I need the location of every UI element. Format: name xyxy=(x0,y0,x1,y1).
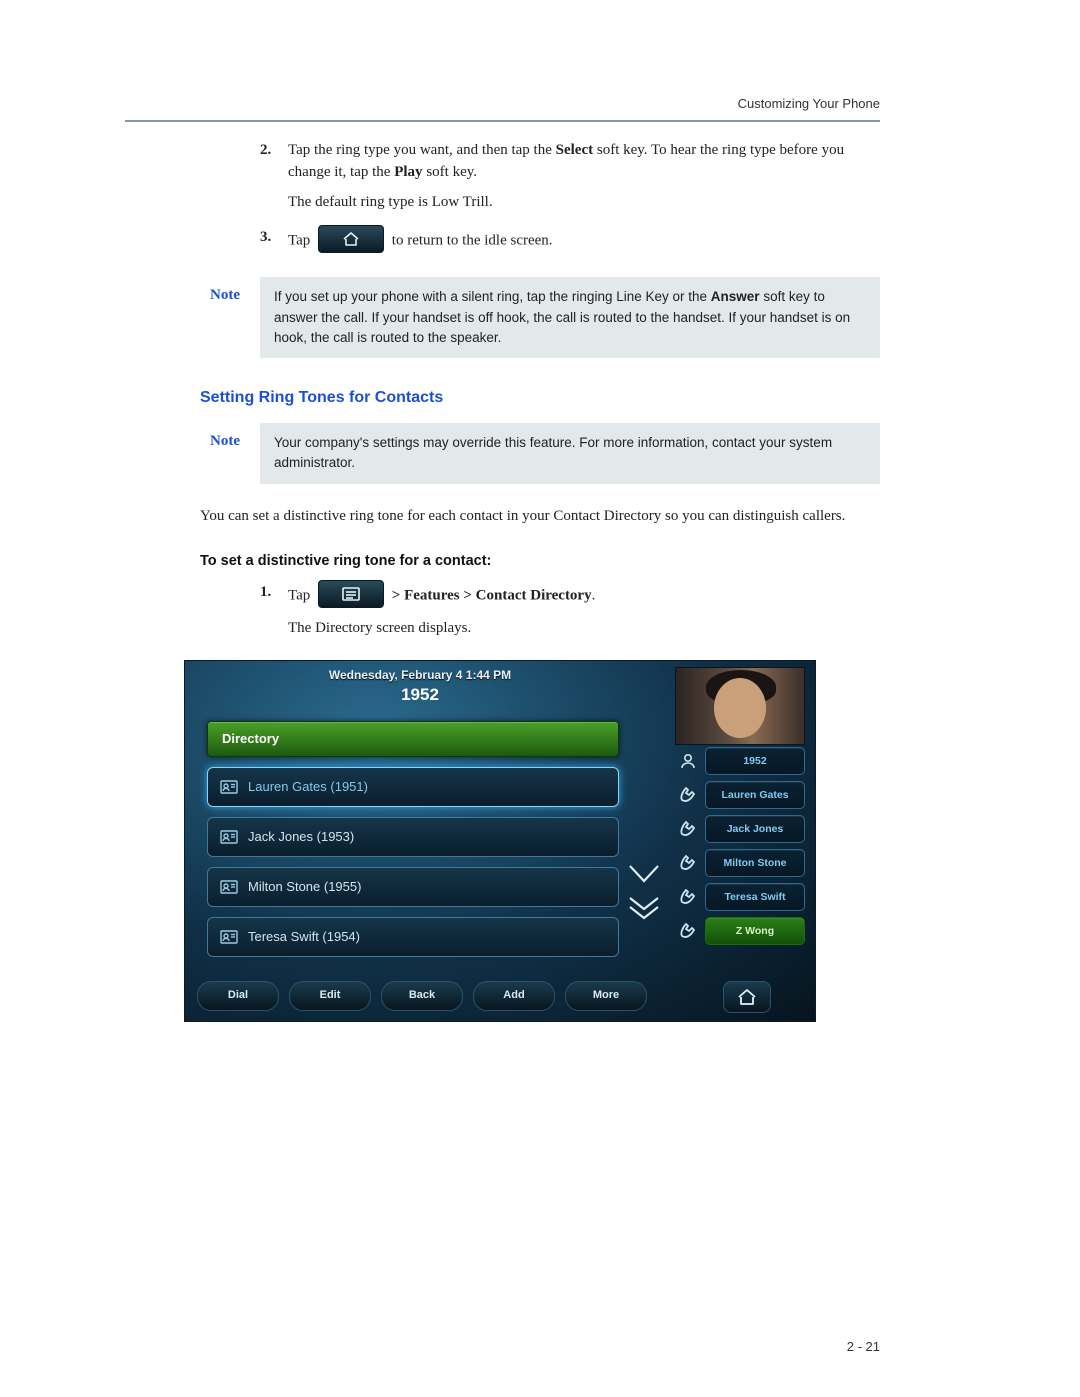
contact-card-icon xyxy=(220,830,238,844)
line-key-row: Milton Stone xyxy=(677,849,805,877)
text: to return to the idle screen. xyxy=(392,233,553,249)
step-number: 2. xyxy=(260,140,288,213)
note-text: Your company's settings may override thi… xyxy=(260,423,880,484)
handset-icon xyxy=(678,887,698,907)
line-key-row: Jack Jones xyxy=(677,815,805,843)
page-number: 2 - 21 xyxy=(847,1338,880,1357)
home-icon xyxy=(737,988,757,1006)
text: soft key. xyxy=(423,164,477,180)
section-heading: Setting Ring Tones for Contacts xyxy=(200,386,880,409)
scroll-down-icon[interactable] xyxy=(627,863,661,887)
step-number: 3. xyxy=(260,227,288,255)
contact-label: Teresa Swift (1954) xyxy=(248,928,360,947)
contact-card-icon xyxy=(220,880,238,894)
step-number: 1. xyxy=(260,582,288,640)
line-key[interactable]: Milton Stone xyxy=(705,849,805,877)
line-key-row: Lauren Gates xyxy=(677,781,805,809)
scroll-down-double-icon[interactable] xyxy=(627,895,661,923)
text: If you set up your phone with a silent r… xyxy=(274,289,711,304)
directory-item[interactable]: Teresa Swift (1954) xyxy=(207,917,619,957)
handset-icon xyxy=(678,819,698,839)
contact-card-icon xyxy=(220,780,238,794)
home-icon-button xyxy=(318,225,384,253)
handset-icon xyxy=(678,785,698,805)
softkey-dial[interactable]: Dial xyxy=(197,981,279,1011)
avatar xyxy=(675,667,805,745)
contact-label: Lauren Gates (1951) xyxy=(248,778,368,797)
home-button[interactable] xyxy=(723,981,771,1013)
running-head: Customizing Your Phone xyxy=(738,95,880,114)
line-key[interactable]: Jack Jones xyxy=(705,815,805,843)
body-paragraph: You can set a distinctive ring tone for … xyxy=(200,506,880,528)
menu-icon-button xyxy=(318,580,384,608)
line-key[interactable]: Lauren Gates xyxy=(705,781,805,809)
softkey-edit[interactable]: Edit xyxy=(289,981,371,1011)
person-icon xyxy=(678,751,698,771)
note-box-silent-ring: Note If you set up your phone with a sil… xyxy=(260,277,880,358)
step-2: 2. Tap the ring type you want, and then … xyxy=(260,140,880,213)
directory-item[interactable]: Lauren Gates (1951) xyxy=(207,767,619,807)
softkey-back[interactable]: Back xyxy=(381,981,463,1011)
text-bold: > Features > Contact Directory xyxy=(392,588,592,604)
line-key[interactable]: Teresa Swift xyxy=(705,883,805,911)
text: Tap the ring type you want, and then tap… xyxy=(288,142,556,158)
line-key-row: Teresa Swift xyxy=(677,883,805,911)
directory-item[interactable]: Milton Stone (1955) xyxy=(207,867,619,907)
phone-screenshot: Wednesday, February 4 1:44 PM 1952 Direc… xyxy=(184,660,816,1022)
handset-icon xyxy=(678,921,698,941)
step-1: 1. Tap > Features > Contact Directory. T… xyxy=(260,582,880,640)
text: The default ring type is Low Trill. xyxy=(288,194,493,210)
softkey-more[interactable]: More xyxy=(565,981,647,1011)
line-key[interactable]: Z Wong xyxy=(705,917,805,945)
phone-extension: 1952 xyxy=(185,683,655,708)
softkey-add[interactable]: Add xyxy=(473,981,555,1011)
header-rule xyxy=(125,120,880,122)
line-key[interactable]: 1952 xyxy=(705,747,805,775)
directory-item[interactable]: Jack Jones (1953) xyxy=(207,817,619,857)
task-heading: To set a distinctive ring tone for a con… xyxy=(200,551,880,572)
contact-label: Milton Stone (1955) xyxy=(248,878,361,897)
line-key-row: Z Wong xyxy=(677,917,805,945)
handset-icon xyxy=(678,853,698,873)
text: . xyxy=(592,588,596,604)
home-icon xyxy=(342,231,360,247)
text-bold: Select xyxy=(556,142,593,158)
text: Tap xyxy=(288,588,314,604)
contact-label: Jack Jones (1953) xyxy=(248,828,354,847)
text-bold: Play xyxy=(394,164,422,180)
line-key-row: 1952 xyxy=(677,747,805,775)
contact-card-icon xyxy=(220,930,238,944)
text-bold: Answer xyxy=(711,289,760,304)
menu-icon xyxy=(341,587,361,601)
text: The Directory screen displays. xyxy=(288,620,471,636)
phone-datetime: Wednesday, February 4 1:44 PM xyxy=(185,667,655,684)
text: Tap xyxy=(288,233,314,249)
directory-header[interactable]: Directory xyxy=(207,721,619,757)
step-3: 3. Tap to return to the idle screen. xyxy=(260,227,880,255)
note-box-override: Note Your company's settings may overrid… xyxy=(260,423,880,484)
